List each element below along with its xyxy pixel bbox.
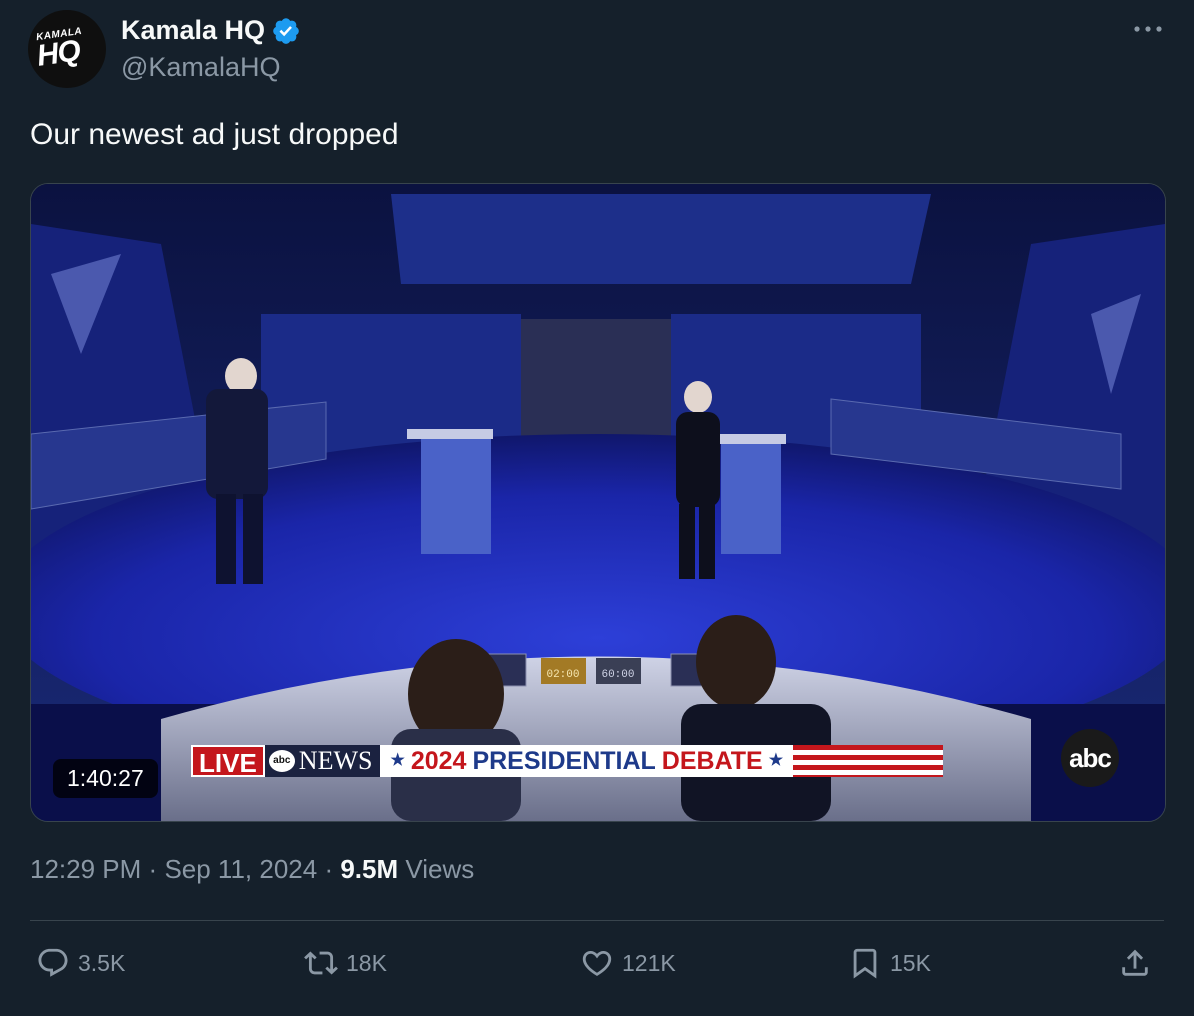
heart-icon [582,950,612,976]
network-dot: abc [268,750,295,772]
like-count: 121K [622,949,676,976]
tweet-meta: 12:29 PM · Sep 11, 2024 · 9.5M Views [30,854,474,885]
broadcast-banner: LIVE abc NEWS ★ 2024 PRESIDENTIAL DEBATE… [191,745,944,778]
network-badge: abc NEWS [264,745,381,777]
avatar-text-big: HQ [34,34,83,73]
separator: · [324,854,334,884]
tweet-header: KAMALA HQ Kamala HQ @KamalaHQ [28,10,1166,90]
verified-badge-icon [273,17,299,44]
debate-clock-2: 60:00 [601,669,634,681]
more-options-icon[interactable] [1130,16,1166,42]
bookmark-icon [853,948,877,979]
repost-count: 18K [346,949,387,976]
debate-clock-1: 02:00 [546,669,579,681]
display-name[interactable]: Kamala HQ [121,15,265,46]
video-duration: 1:40:27 [53,759,158,798]
action-bar: 3.5K 18K 121K 15K [30,946,1164,988]
banner-text-1: PRESIDENTIAL [472,747,656,775]
like-button[interactable]: 121K [580,946,676,980]
repost-icon [304,951,338,975]
reply-button[interactable]: 3.5K [36,946,125,980]
star-icon: ★ [768,752,784,769]
banner-year: 2024 [410,747,467,775]
live-badge: LIVE [191,745,265,778]
star-icon: ★ [390,752,405,769]
abc-logo: abc [1061,729,1119,787]
handle[interactable]: @KamalaHQ [121,52,280,83]
separator: · [148,854,158,884]
avatar[interactable]: KAMALA HQ [28,10,106,88]
flag-stripes [793,745,944,777]
tweet-date[interactable]: Sep 11, 2024 [164,854,317,884]
video-player[interactable]: 02:00 60:00 1:40:27 LIVE abc NEWS ★ 2024… [30,183,1166,822]
video-frame: 02:00 60:00 [31,184,1165,821]
bookmark-button[interactable]: 15K [848,946,931,980]
views-label: Views [405,854,475,884]
reply-icon [38,948,68,977]
reply-count: 3.5K [78,949,126,976]
bookmark-count: 15K [890,949,931,976]
views-count[interactable]: 9.5M [340,854,398,884]
repost-button[interactable]: 18K [304,946,387,980]
divider [30,920,1164,921]
tweet-time[interactable]: 12:29 PM [30,854,141,884]
share-button[interactable] [1118,946,1152,980]
name-row: Kamala HQ [121,15,301,46]
network-label: NEWS [298,746,373,775]
banner-text-2: DEBATE [661,747,763,775]
banner-title: ★ 2024 PRESIDENTIAL DEBATE ★ [380,745,794,777]
share-icon [1122,949,1148,976]
tweet-text: Our newest ad just dropped [30,118,399,151]
